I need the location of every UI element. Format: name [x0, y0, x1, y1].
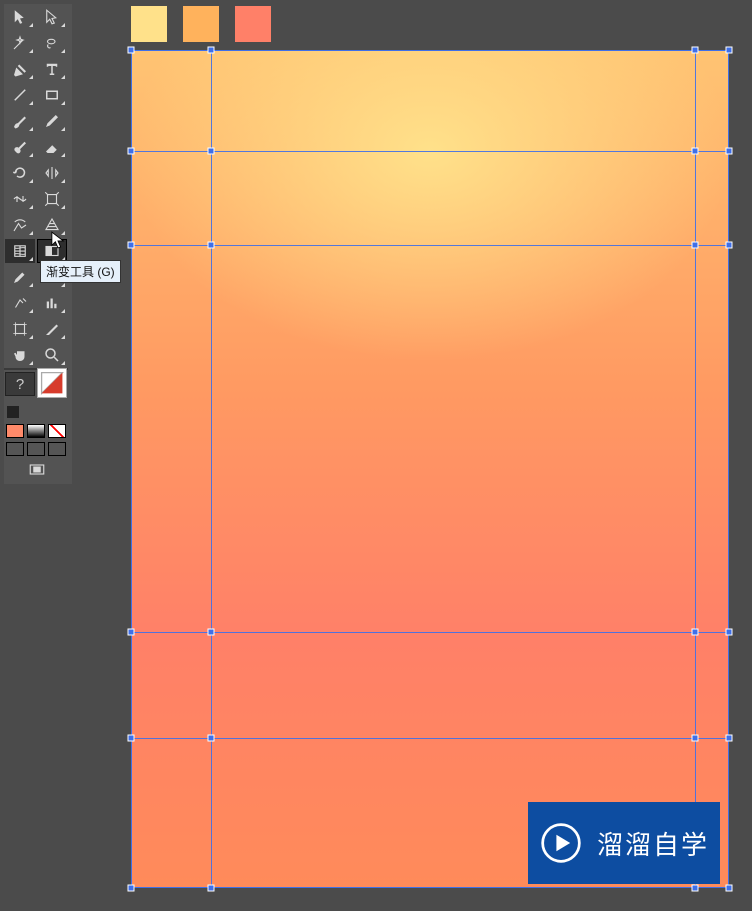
- default-fill-stroke[interactable]: ?: [5, 372, 35, 396]
- perspective-grid-tool[interactable]: [37, 213, 67, 237]
- screen-mode-button[interactable]: [5, 459, 69, 483]
- watermark-text: 溜溜自学: [597, 825, 709, 862]
- tools-panel: ?: [4, 4, 72, 484]
- draw-inside-icon[interactable]: [48, 442, 66, 456]
- play-circle-icon: [539, 821, 583, 865]
- rotate-tool[interactable]: [5, 161, 35, 185]
- artboard-tool[interactable]: [5, 317, 35, 341]
- gradient-tool-tooltip: 渐变工具 (G): [40, 260, 121, 283]
- fill-stroke-swap[interactable]: [37, 368, 67, 398]
- eyedropper-tool[interactable]: [5, 265, 35, 289]
- fill-stroke-block[interactable]: ?: [5, 372, 69, 420]
- zoom-tool[interactable]: [37, 343, 67, 367]
- none-swatch[interactable]: [48, 424, 66, 438]
- draw-mode-row: [4, 440, 72, 458]
- hand-tool[interactable]: [5, 343, 35, 367]
- swatch-2[interactable]: [183, 6, 219, 42]
- rectangle-tool[interactable]: [37, 83, 67, 107]
- canvas[interactable]: [131, 50, 729, 888]
- draw-behind-icon[interactable]: [27, 442, 45, 456]
- color-mode-row: [4, 422, 72, 440]
- swatch-3[interactable]: [235, 6, 271, 42]
- swap-fill-stroke-icon[interactable]: [7, 406, 19, 418]
- direct-selection-tool[interactable]: [37, 5, 67, 29]
- paintbrush-tool[interactable]: [5, 109, 35, 133]
- line-segment-tool[interactable]: [5, 83, 35, 107]
- reflect-tool[interactable]: [37, 161, 67, 185]
- pen-tool[interactable]: [5, 57, 35, 81]
- gradient-artwork[interactable]: [131, 50, 729, 888]
- color-swatch-row: [131, 6, 271, 42]
- gradient-swatch[interactable]: [27, 424, 45, 438]
- watermark-badge: 溜溜自学: [528, 802, 720, 884]
- type-tool[interactable]: [37, 57, 67, 81]
- fill-color-swatch[interactable]: [6, 424, 24, 438]
- symbol-sprayer-tool[interactable]: [5, 291, 35, 315]
- magic-wand-tool[interactable]: [5, 31, 35, 55]
- width-tool[interactable]: [5, 187, 35, 211]
- swatch-1[interactable]: [131, 6, 167, 42]
- free-transform-tool[interactable]: [37, 187, 67, 211]
- draw-normal-icon[interactable]: [6, 442, 24, 456]
- pencil-tool[interactable]: [37, 109, 67, 133]
- lasso-tool[interactable]: [37, 31, 67, 55]
- blob-brush-tool[interactable]: [5, 135, 35, 159]
- slice-tool[interactable]: [37, 317, 67, 341]
- shape-builder-tool[interactable]: [5, 213, 35, 237]
- column-graph-tool[interactable]: [37, 291, 67, 315]
- eraser-tool[interactable]: [37, 135, 67, 159]
- mesh-tool[interactable]: [5, 239, 35, 263]
- selection-tool[interactable]: [5, 5, 35, 29]
